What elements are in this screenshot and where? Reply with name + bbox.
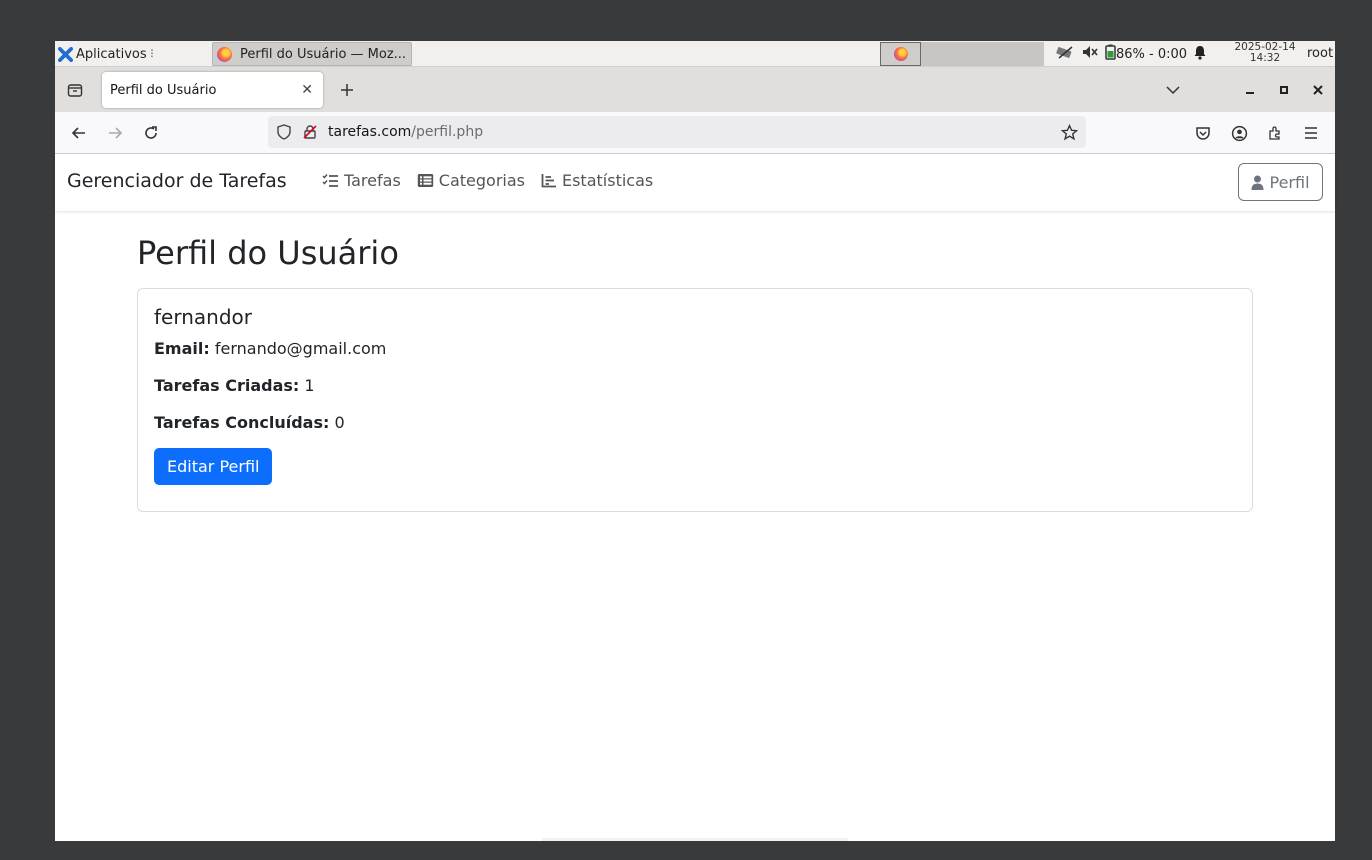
page-content: Gerenciador de Tarefas Tarefas Categoria… xyxy=(55,154,1335,841)
done-label: Tarefas Concluídas: xyxy=(154,413,330,432)
workspace-2[interactable] xyxy=(921,42,962,66)
back-arrow-icon xyxy=(71,127,85,139)
perfil-button[interactable]: Perfil xyxy=(1238,163,1323,201)
menu-separator-icon: ⠇ xyxy=(149,47,158,61)
workspace-4[interactable] xyxy=(1003,42,1044,66)
user-icon xyxy=(1251,175,1264,190)
profile-email-row: Email: fernando@gmail.com xyxy=(154,339,1236,358)
categories-list-icon xyxy=(417,174,433,187)
applications-label: Aplicativos xyxy=(76,46,147,62)
workspace-3[interactable] xyxy=(962,42,1003,66)
email-value: fernando@gmail.com xyxy=(214,339,387,358)
minimize-icon[interactable] xyxy=(1239,79,1261,101)
account-icon[interactable] xyxy=(1227,121,1251,145)
edit-profile-button[interactable]: Editar Perfil xyxy=(154,448,273,485)
page-title: Perfil do Usuário xyxy=(137,234,399,272)
battery-icon[interactable] xyxy=(1105,44,1116,64)
user-menu[interactable]: root xyxy=(1307,41,1333,67)
system-tray: 86% - 0:00 xyxy=(1055,41,1207,67)
reload-icon xyxy=(145,126,157,139)
list-all-tabs-icon[interactable] xyxy=(1162,79,1184,101)
url-bar[interactable]: tarefas.com/perfil.php xyxy=(268,116,1086,148)
url-text: tarefas.com/perfil.php xyxy=(328,124,483,140)
navigation-toolbar: tarefas.com/perfil.php xyxy=(55,112,1335,154)
volume-muted-icon[interactable] xyxy=(1081,44,1099,64)
close-tab-icon[interactable]: ✕ xyxy=(301,82,313,98)
nav-link-tarefas-label: Tarefas xyxy=(344,171,401,190)
created-value: 1 xyxy=(304,376,315,395)
notification-bell-icon[interactable] xyxy=(1193,45,1207,64)
applications-menu[interactable]: Aplicativos ⠇ xyxy=(57,41,158,67)
nav-link-estatisticas-label: Estatísticas xyxy=(561,171,654,190)
new-tab-button[interactable] xyxy=(335,78,359,102)
profile-card: fernandor Email: fernando@gmail.com Tare… xyxy=(137,288,1253,512)
tab-active[interactable]: Perfil do Usuário ✕ xyxy=(102,72,323,108)
app-navbar: Gerenciador de Tarefas Tarefas Categoria… xyxy=(55,154,1335,211)
profile-created-row: Tarefas Criadas: 1 xyxy=(154,376,1236,395)
profile-done-row: Tarefas Concluídas: 0 xyxy=(154,413,1236,432)
done-value: 0 xyxy=(334,413,345,432)
bar-chart-icon xyxy=(541,174,556,188)
navbar-brand[interactable]: Gerenciador de Tarefas xyxy=(67,170,287,192)
nav-link-tarefas[interactable]: Tarefas xyxy=(322,171,401,190)
firefox-view-icon[interactable] xyxy=(65,80,85,100)
tasks-list-icon xyxy=(322,174,338,187)
taskbar-window-title: Perfil do Usuário — Moz... xyxy=(240,46,407,62)
clock-time: 14:32 xyxy=(1249,52,1281,64)
firefox-icon xyxy=(893,47,908,61)
back-button[interactable] xyxy=(67,121,91,145)
nav-link-estatisticas[interactable]: Estatísticas xyxy=(541,171,653,190)
tab-title: Perfil do Usuário xyxy=(110,82,217,98)
profile-username: fernandor xyxy=(154,305,252,329)
pocket-icon[interactable] xyxy=(1191,121,1215,145)
tab-bar: Perfil do Usuário ✕ xyxy=(55,67,1335,112)
close-window-icon[interactable] xyxy=(1307,79,1329,101)
created-label: Tarefas Criadas: xyxy=(154,376,300,395)
tracking-shield-icon[interactable] xyxy=(276,124,292,140)
network-icon[interactable] xyxy=(1055,44,1075,64)
clock[interactable]: 2025-02-14 14:32 xyxy=(1230,42,1300,64)
bookmark-star-icon[interactable] xyxy=(1061,123,1078,141)
hamburger-menu-icon[interactable] xyxy=(1299,121,1323,145)
nav-link-categorias[interactable]: Categorias xyxy=(417,171,525,190)
battery-status: 86% - 0:00 xyxy=(1116,46,1188,62)
email-label: Email: xyxy=(154,339,210,358)
reload-button[interactable] xyxy=(139,121,163,145)
url-host: tarefas.com xyxy=(328,124,412,140)
perfil-button-label: Perfil xyxy=(1269,172,1310,192)
xfce-logo-icon xyxy=(57,46,73,62)
maximize-icon[interactable] xyxy=(1273,79,1295,101)
url-path: /perfil.php xyxy=(411,124,484,140)
workspace-1[interactable] xyxy=(880,42,921,66)
navbar-links: Tarefas Categorias Estatísticas xyxy=(322,171,653,190)
insecure-lock-icon[interactable] xyxy=(302,124,318,140)
firefox-icon xyxy=(217,46,232,62)
nav-link-categorias-label: Categorias xyxy=(438,171,525,190)
browser-window: Perfil do Usuário ✕ tarefas.com/perfil.p… xyxy=(55,67,1335,841)
taskbar-firefox-window[interactable]: Perfil do Usuário — Moz... xyxy=(212,42,412,66)
forward-button[interactable] xyxy=(103,121,127,145)
status-overlay xyxy=(542,838,848,841)
forward-arrow-icon xyxy=(109,127,123,139)
extensions-icon[interactable] xyxy=(1263,121,1287,145)
desktop-panel: Aplicativos ⠇ Perfil do Usuário — Moz...… xyxy=(55,41,1335,67)
